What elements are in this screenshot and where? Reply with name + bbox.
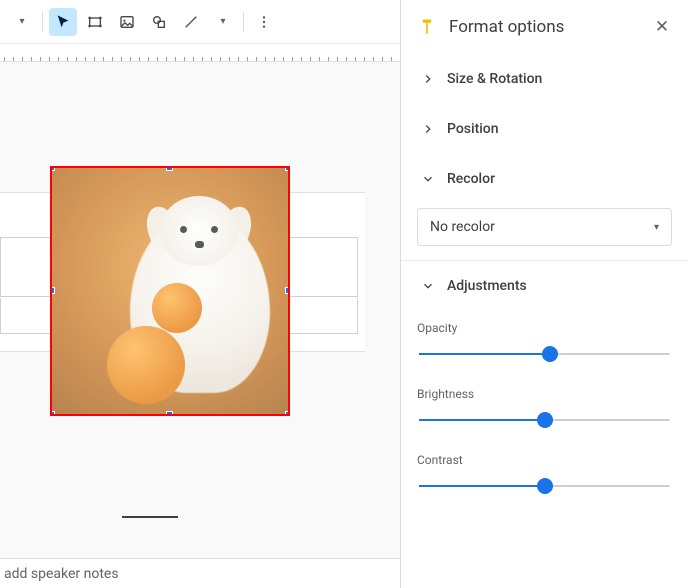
- line-tool-dropdown[interactable]: ▾: [209, 8, 237, 36]
- image-content: [52, 168, 288, 414]
- resize-handle-tl[interactable]: [50, 166, 55, 171]
- contrast-slider-knob[interactable]: [537, 478, 553, 494]
- section-adjustments[interactable]: Adjustments: [401, 261, 688, 311]
- more-tools[interactable]: [250, 8, 278, 36]
- chevron-right-icon: [417, 122, 439, 136]
- dropdown-arrow-icon: ▾: [654, 222, 659, 233]
- section-label: Position: [447, 121, 499, 137]
- resize-handle-br[interactable]: [285, 411, 290, 416]
- opacity-slider-knob[interactable]: [542, 346, 558, 362]
- contrast-label: Contrast: [401, 443, 688, 473]
- section-position[interactable]: Position: [401, 104, 688, 154]
- selected-image[interactable]: [50, 166, 290, 416]
- format-options-icon: [415, 15, 439, 39]
- line-tool[interactable]: [177, 8, 205, 36]
- format-options-panel: Format options ✕ Size & Rotation Positio…: [400, 0, 690, 588]
- recolor-select[interactable]: No recolor ▾: [417, 208, 672, 246]
- resize-handle-l[interactable]: [50, 287, 55, 294]
- textbox-tool[interactable]: [81, 8, 109, 36]
- slide-canvas[interactable]: Click to add title Click to add subtitle: [0, 62, 400, 582]
- contrast-slider[interactable]: [419, 475, 670, 497]
- speaker-notes-placeholder: add speaker notes: [4, 566, 119, 582]
- resize-handle-t[interactable]: [166, 166, 173, 171]
- slide-editor: Click to add title Click to add subtitle: [0, 44, 400, 588]
- brightness-label: Brightness: [401, 377, 688, 407]
- section-recolor[interactable]: Recolor: [401, 154, 688, 204]
- resize-handle-bl[interactable]: [50, 411, 55, 416]
- chevron-down-icon: [417, 279, 439, 293]
- thumbnail-separator: [122, 516, 178, 518]
- opacity-label: Opacity: [401, 311, 688, 341]
- resize-handle-r[interactable]: [285, 287, 290, 294]
- image-tool[interactable]: [113, 8, 141, 36]
- close-panel-button[interactable]: ✕: [648, 13, 676, 41]
- toolbar-more-left[interactable]: ▾: [8, 8, 36, 36]
- panel-header: Format options ✕: [401, 0, 690, 54]
- resize-handle-tr[interactable]: [285, 166, 290, 171]
- section-label: Recolor: [447, 171, 495, 187]
- horizontal-ruler: [0, 44, 400, 62]
- select-tool[interactable]: [49, 8, 77, 36]
- panel-title: Format options: [449, 17, 648, 37]
- brightness-slider-knob[interactable]: [537, 412, 553, 428]
- speaker-notes[interactable]: add speaker notes: [0, 558, 400, 588]
- section-label: Adjustments: [447, 278, 527, 294]
- section-label: Size & Rotation: [447, 71, 542, 87]
- chevron-down-icon: [417, 172, 439, 186]
- chevron-right-icon: [417, 72, 439, 86]
- recolor-select-value: No recolor: [430, 219, 495, 235]
- resize-handle-b[interactable]: [166, 411, 173, 416]
- opacity-slider[interactable]: [419, 343, 670, 365]
- brightness-slider[interactable]: [419, 409, 670, 431]
- section-size-rotation[interactable]: Size & Rotation: [401, 54, 688, 104]
- panel-body: Size & Rotation Position Recolor No reco…: [401, 54, 690, 588]
- shape-tool[interactable]: [145, 8, 173, 36]
